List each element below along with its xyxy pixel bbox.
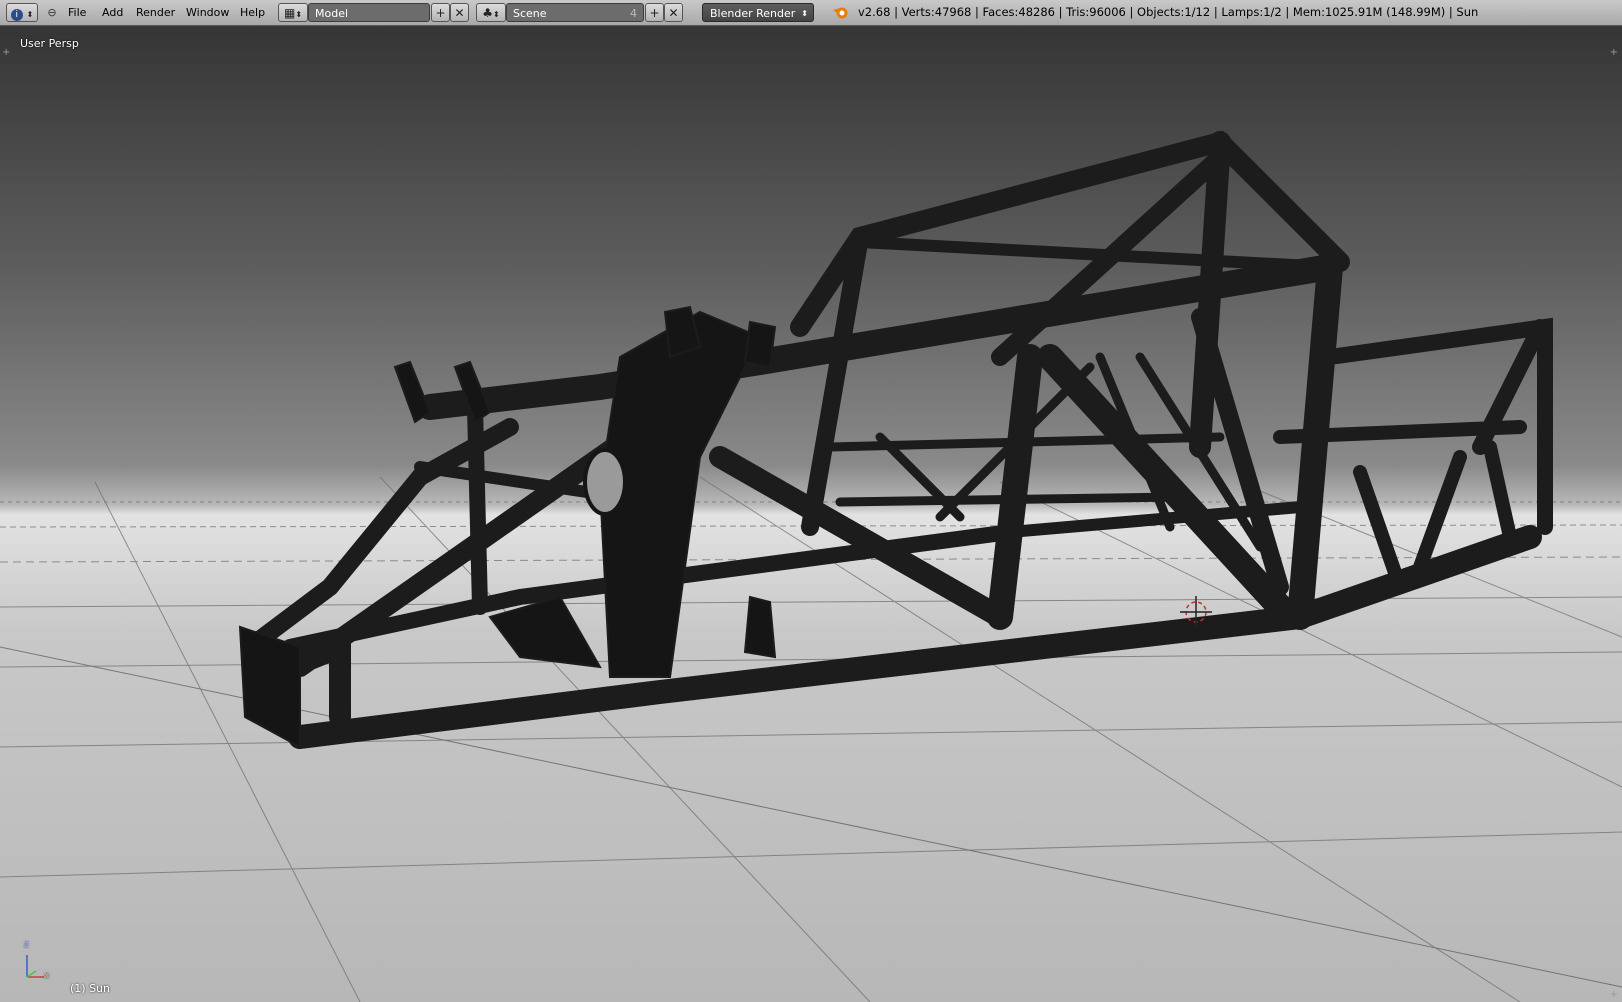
axis-z-label: z bbox=[24, 940, 29, 950]
menu-render[interactable]: Render bbox=[134, 3, 177, 22]
scene-icon: ♣ bbox=[482, 6, 494, 20]
menu-help[interactable]: Help bbox=[238, 3, 267, 22]
render-engine-dropdown[interactable]: Blender Render ⬍ bbox=[702, 3, 814, 22]
scene-browse-button[interactable]: ♣⬍ bbox=[476, 3, 506, 22]
3d-viewport[interactable]: User Persp (1) Sun z x + + + bbox=[0, 27, 1622, 1002]
view-axis-gizmo bbox=[26, 955, 44, 978]
blender-logo-icon bbox=[832, 3, 850, 22]
add-screen-button[interactable]: + bbox=[431, 3, 450, 22]
plus-icon: + bbox=[649, 6, 660, 20]
chassis-frame-model bbox=[238, 130, 1553, 749]
collapse-menus-icon[interactable]: ⊖ bbox=[46, 3, 58, 22]
viewport-scene bbox=[0, 130, 1622, 1002]
scene-name: Scene bbox=[513, 7, 547, 20]
info-header: i ⬍ ⊖ File Add Render Window Help ▦⬍ Mod… bbox=[0, 0, 1622, 26]
screen-layout-field[interactable]: Model bbox=[308, 3, 430, 22]
menu-file[interactable]: File bbox=[66, 3, 88, 22]
updown-arrows-icon: ⬍ bbox=[26, 10, 34, 19]
area-split-handle-bottom[interactable]: + bbox=[1610, 989, 1618, 1000]
area-split-handle-right[interactable]: + bbox=[1610, 47, 1618, 58]
status-text: v2.68 | Verts:47968 | Faces:48286 | Tris… bbox=[858, 5, 1479, 19]
close-icon: ✕ bbox=[668, 6, 679, 20]
delete-screen-button[interactable]: ✕ bbox=[450, 3, 469, 22]
plus-icon: + bbox=[435, 6, 446, 20]
screen-layout-browse-button[interactable]: ▦⬍ bbox=[278, 3, 308, 22]
render-engine-label: Blender Render bbox=[710, 7, 796, 20]
axis-x-label: x bbox=[44, 971, 50, 981]
info-icon: i bbox=[10, 9, 23, 21]
updown-arrows-icon: ⬍ bbox=[801, 9, 808, 18]
scene-users-count: 4 bbox=[630, 7, 637, 20]
area-split-handle-left[interactable]: + bbox=[2, 47, 10, 58]
scene-field[interactable]: Scene 4 bbox=[506, 3, 644, 22]
screen-layout-icon: ▦ bbox=[283, 6, 296, 20]
delete-scene-button[interactable]: ✕ bbox=[664, 3, 683, 22]
active-object-label: (1) Sun bbox=[70, 982, 111, 995]
close-icon: ✕ bbox=[454, 6, 465, 20]
editor-type-selector[interactable]: i ⬍ bbox=[6, 3, 38, 22]
view-name-label: User Persp bbox=[20, 37, 79, 50]
menu-window[interactable]: Window bbox=[184, 3, 231, 22]
menu-add[interactable]: Add bbox=[100, 3, 125, 22]
add-scene-button[interactable]: + bbox=[645, 3, 664, 22]
